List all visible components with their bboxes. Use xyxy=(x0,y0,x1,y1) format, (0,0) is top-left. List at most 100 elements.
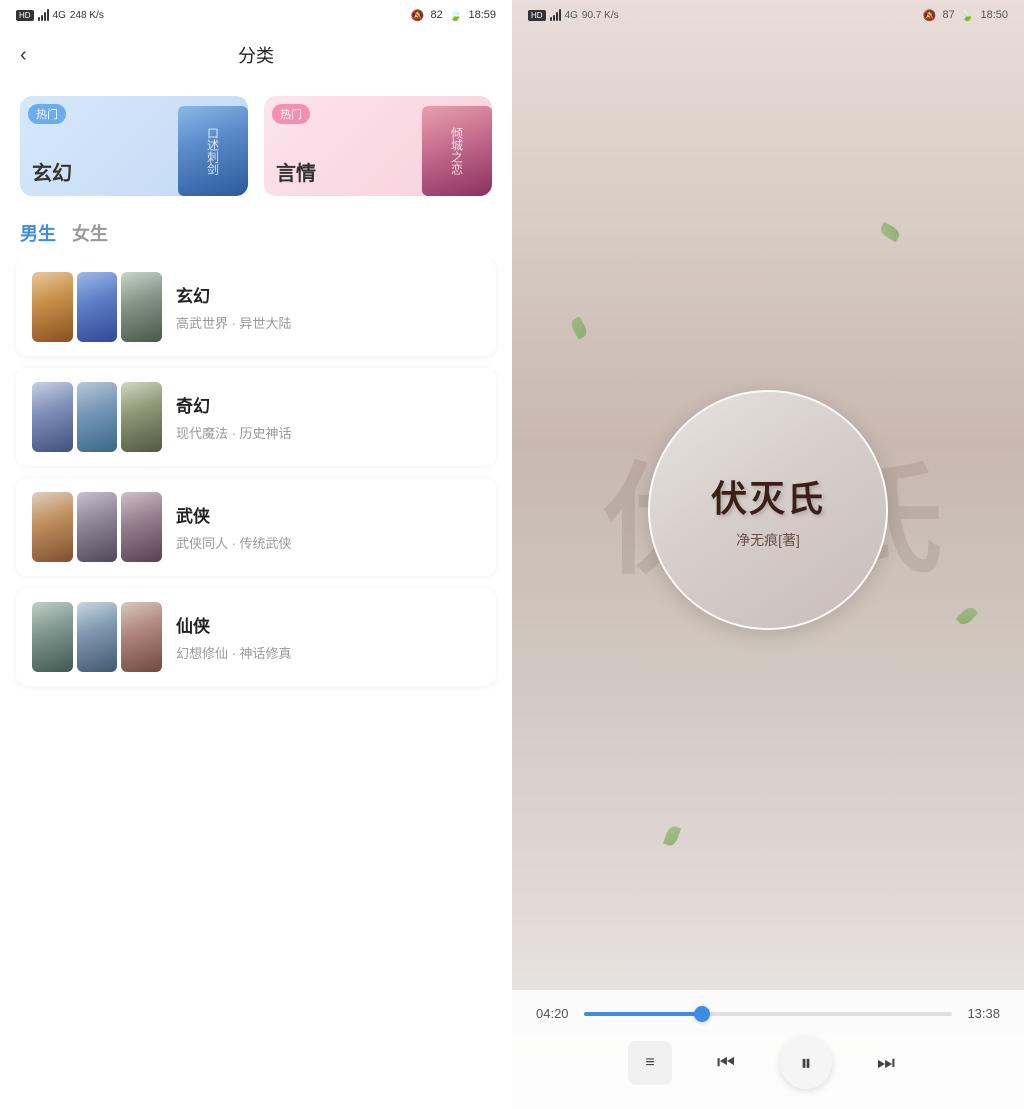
qihuan-cover2 xyxy=(77,382,118,452)
rbar3 xyxy=(556,12,558,21)
next-button[interactable]: ⏭ xyxy=(864,1041,908,1085)
genre-item-wuxia[interactable]: 武侠 武侠同人 · 传统武侠 xyxy=(16,478,496,576)
battery-right: 87 xyxy=(943,9,955,21)
circular-book-cover: 伏灭氏 净无痕[著] xyxy=(648,390,888,630)
cat-card-xuanhuan[interactable]: 热门 玄幻 口述刺剑 xyxy=(20,96,248,196)
hd-badge-left: HD xyxy=(16,10,34,21)
signal-bars-right xyxy=(550,9,561,21)
bar2 xyxy=(41,15,43,21)
xuanhuan-badge: 热门 xyxy=(28,104,66,124)
yanqing-badge: 热门 xyxy=(272,104,310,124)
progress-bar[interactable] xyxy=(584,1012,952,1016)
left-panel: HD 4G 248 K/s 🔕 82 🍃 18:59 ‹ 分类 热门 玄幻 xyxy=(0,0,512,1109)
right-status-right: 🔕 87 🍃 18:50 xyxy=(923,9,1008,22)
rbar1 xyxy=(550,17,552,21)
hd-badge-right: HD xyxy=(528,10,546,21)
xianxia-cover3 xyxy=(121,602,162,672)
genre-item-xianxia[interactable]: 仙侠 幻想修仙 · 神话修真 xyxy=(16,588,496,686)
yanqing-cover-text: 倾城之恋 xyxy=(449,127,466,175)
time-right: 18:50 xyxy=(980,9,1008,21)
qihuan-tags: 现代魔法 · 历史神话 xyxy=(176,423,480,442)
bell-icon-left: 🔕 xyxy=(411,9,425,22)
book-artwork: 伏灭氏 伏灭氏 净无痕[著] xyxy=(512,30,1024,990)
wuxia-covers xyxy=(32,492,162,562)
bar1 xyxy=(38,17,40,21)
right-panel: HD 4G 90.7 K/s 🔕 87 🍃 18:50 伏灭氏 xyxy=(512,0,1024,1109)
prev-button[interactable]: ⏮ xyxy=(704,1041,748,1085)
xuanhuan-name: 玄幻 xyxy=(176,282,480,307)
wuxia-cover1 xyxy=(32,492,73,562)
xianxia-cover2 xyxy=(77,602,118,672)
battery-left: 82 xyxy=(431,9,443,21)
controls-row: ≡ ⏮ ⏸ ⏭ xyxy=(536,1037,1000,1089)
rbar2 xyxy=(553,15,555,21)
total-time: 13:38 xyxy=(964,1006,1000,1021)
yanqing-label: 言情 xyxy=(276,157,316,186)
left-status-right: 🔕 82 🍃 18:59 xyxy=(411,9,496,22)
progress-fill xyxy=(584,1012,702,1016)
player-controls: 04:20 13:38 ≡ ⏮ ⏸ ⏭ xyxy=(512,990,1024,1109)
genre-list: 玄幻 高武世界 · 异世大陆 奇幻 现代魔法 · 历史神话 武侠 xyxy=(0,258,512,1109)
xuanhuan-cover: 口述刺剑 xyxy=(178,106,248,196)
xuanhuan-cover-art: 口述刺剑 xyxy=(178,106,248,196)
gender-tabs: 男生 女生 xyxy=(0,212,512,258)
qihuan-info: 奇幻 现代魔法 · 历史神话 xyxy=(176,392,480,442)
back-button[interactable]: ‹ xyxy=(20,44,27,67)
wuxia-cover2 xyxy=(77,492,118,562)
network-right: 4G xyxy=(565,10,578,21)
left-status-left: HD 4G 248 K/s xyxy=(16,9,104,21)
progress-row: 04:20 13:38 xyxy=(536,1006,1000,1021)
xianxia-covers xyxy=(32,602,162,672)
playlist-button[interactable]: ≡ xyxy=(628,1041,672,1085)
current-time: 04:20 xyxy=(536,1006,572,1021)
xianxia-cover1 xyxy=(32,602,73,672)
cover-inner: 伏灭氏 净无痕[著] xyxy=(650,392,886,628)
network-left: 4G xyxy=(53,10,66,21)
qihuan-cover3 xyxy=(121,382,162,452)
page-title: 分类 xyxy=(238,42,274,68)
speed-right: 90.7 K/s xyxy=(582,10,619,21)
leaf-icon-right: 🍃 xyxy=(961,9,975,22)
xuanhuan-covers xyxy=(32,272,162,342)
cat-card-yanqing[interactable]: 热门 言情 倾城之恋 xyxy=(264,96,492,196)
bar4 xyxy=(47,9,49,21)
wuxia-cover3 xyxy=(121,492,162,562)
right-status-left: HD 4G 90.7 K/s xyxy=(528,9,619,21)
qihuan-name: 奇幻 xyxy=(176,392,480,417)
qihuan-covers xyxy=(32,382,162,452)
genre-item-qihuan[interactable]: 奇幻 现代魔法 · 历史神话 xyxy=(16,368,496,466)
wuxia-name: 武侠 xyxy=(176,502,480,527)
xuanhuan-label: 玄幻 xyxy=(32,157,72,186)
speed-left: 248 K/s xyxy=(70,10,104,21)
progress-thumb[interactable] xyxy=(694,1006,710,1022)
xuanhuan-cover3 xyxy=(121,272,162,342)
yanqing-cover-art: 倾城之恋 xyxy=(422,106,492,196)
xuanhuan-cover-text: 口述刺剑 xyxy=(205,127,222,175)
xuanhuan-tags: 高武世界 · 异世大陆 xyxy=(176,313,480,332)
left-status-bar: HD 4G 248 K/s 🔕 82 🍃 18:59 xyxy=(0,0,512,30)
qihuan-cover1 xyxy=(32,382,73,452)
right-status-bar: HD 4G 90.7 K/s 🔕 87 🍃 18:50 xyxy=(512,0,1024,30)
wuxia-info: 武侠 武侠同人 · 传统武侠 xyxy=(176,502,480,552)
yanqing-cover: 倾城之恋 xyxy=(422,106,492,196)
time-left: 18:59 xyxy=(468,9,496,21)
xuanhuan-cover1 xyxy=(32,272,73,342)
female-tab[interactable]: 女生 xyxy=(72,220,108,246)
category-cards: 热门 玄幻 口述刺剑 热门 言情 倾城之恋 xyxy=(0,80,512,212)
book-title: 伏灭氏 xyxy=(711,470,825,522)
signal-bars-left xyxy=(38,9,49,21)
genre-item-xuanhuan[interactable]: 玄幻 高武世界 · 异世大陆 xyxy=(16,258,496,356)
pause-button[interactable]: ⏸ xyxy=(780,1037,832,1089)
xianxia-name: 仙侠 xyxy=(176,612,480,637)
male-tab[interactable]: 男生 xyxy=(20,220,56,246)
xuanhuan-info: 玄幻 高武世界 · 异世大陆 xyxy=(176,282,480,332)
bell-icon-right: 🔕 xyxy=(923,9,937,22)
header: ‹ 分类 xyxy=(0,30,512,80)
wuxia-tags: 武侠同人 · 传统武侠 xyxy=(176,533,480,552)
book-author: 净无痕[著] xyxy=(736,530,800,550)
leaf-icon-left: 🍃 xyxy=(449,9,463,22)
bar3 xyxy=(44,12,46,21)
xianxia-info: 仙侠 幻想修仙 · 神话修真 xyxy=(176,612,480,662)
xuanhuan-cover2 xyxy=(77,272,118,342)
rbar4 xyxy=(559,9,561,21)
